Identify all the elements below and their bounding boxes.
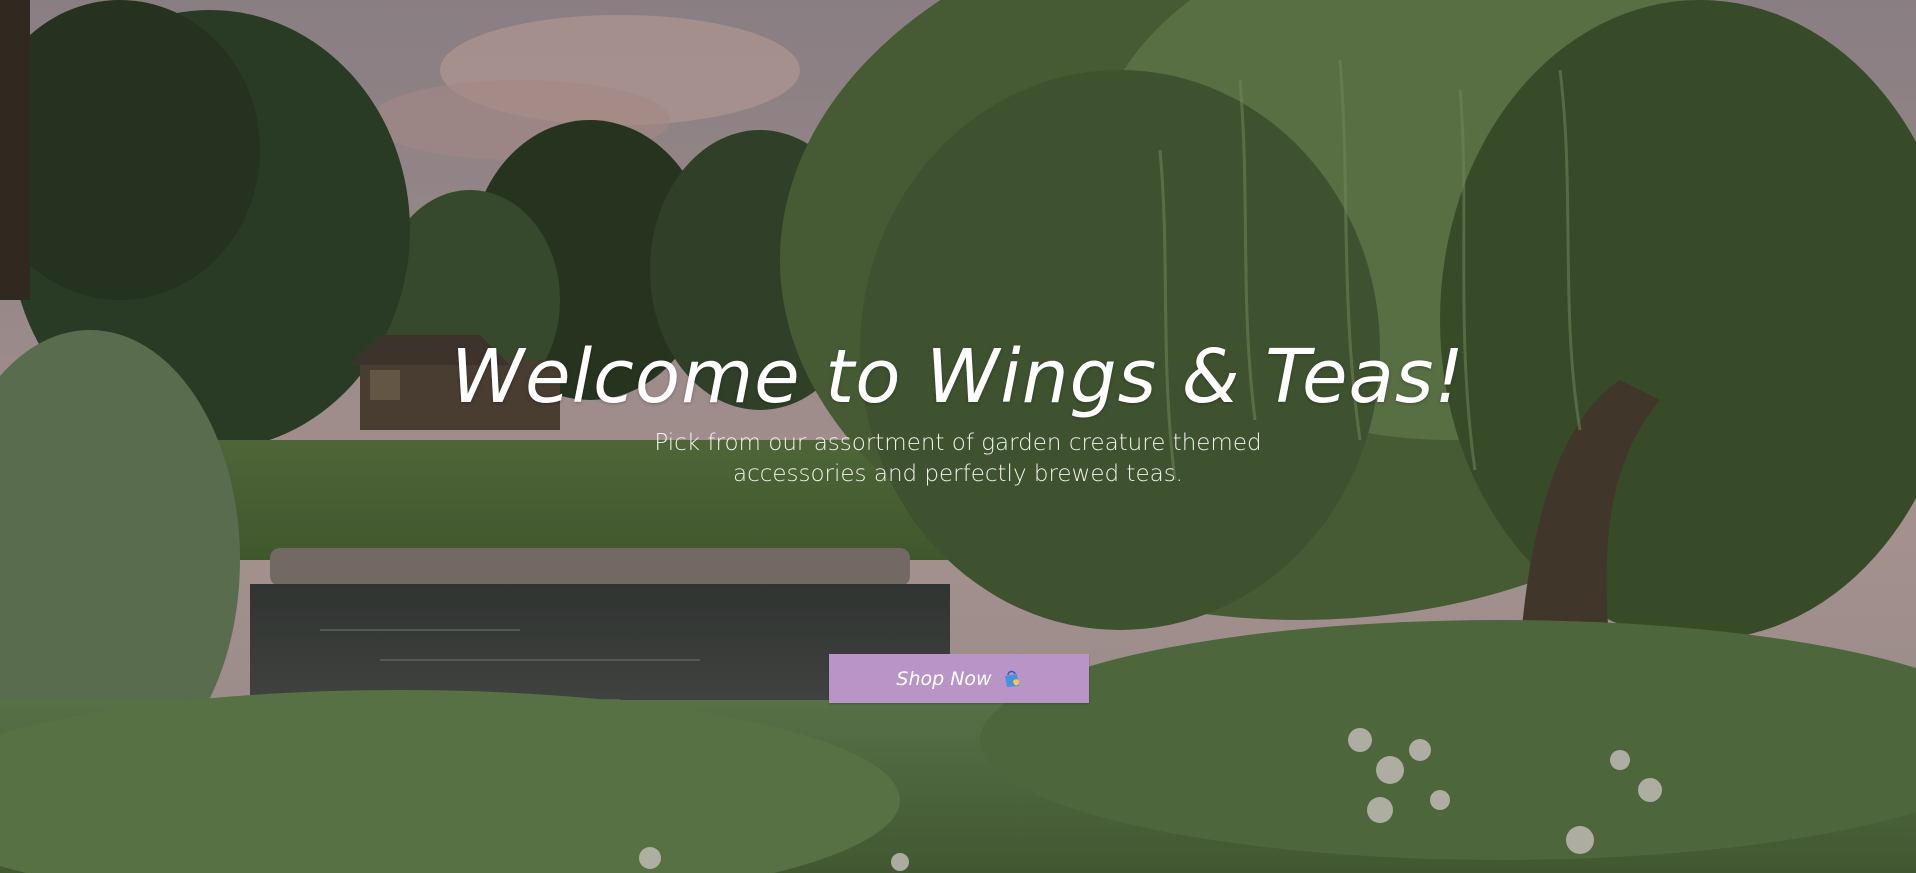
hero-title: Welcome to Wings & Teas! [450,334,1466,420]
shopping-bag-icon [1002,669,1022,689]
shop-now-label: Shop Now [896,667,992,690]
hero-section: Welcome to Wings & Teas! Pick from our a… [0,0,1916,873]
shop-now-button[interactable]: Shop Now [829,654,1089,703]
hero-subtitle: Pick from our assortment of garden creat… [654,430,1262,487]
